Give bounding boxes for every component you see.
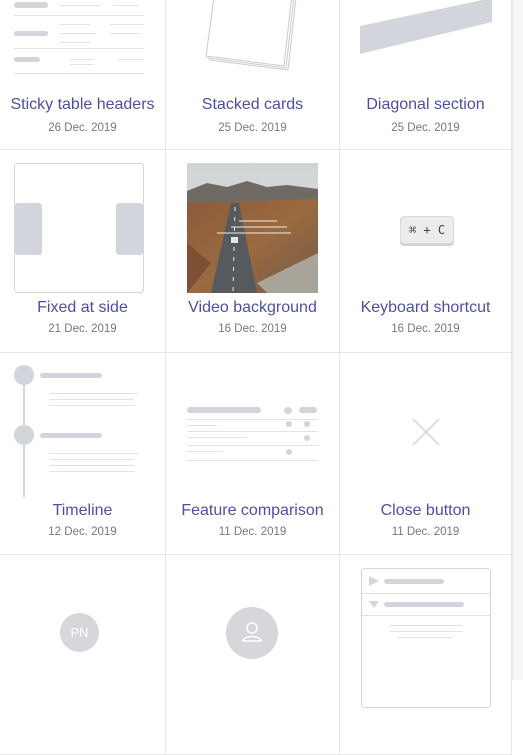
user-icon bbox=[242, 622, 262, 642]
card-date: 25 Dec. 2019 bbox=[391, 122, 460, 134]
card-title: Fixed at side bbox=[37, 299, 128, 316]
card-date: 16 Dec. 2019 bbox=[218, 323, 287, 335]
caret-right-icon bbox=[369, 576, 379, 586]
card-avatar-user[interactable] bbox=[166, 555, 340, 755]
avatar-user-thumb bbox=[226, 607, 278, 659]
card-diagonal-section[interactable]: Diagonal section 25 Dec. 2019 bbox=[340, 0, 512, 150]
card-feature-comparison[interactable]: Feature comparison 11 Dec. 2019 bbox=[166, 353, 340, 555]
card-stacked-cards[interactable]: Stacked cards 25 Dec. 2019 bbox=[166, 0, 340, 150]
stacked-cards-thumb bbox=[205, 0, 297, 71]
card-title: Video background bbox=[188, 299, 317, 316]
sticky-table-headers-thumb bbox=[14, 0, 144, 80]
card-date: 26 Dec. 2019 bbox=[48, 122, 117, 134]
card-title: Close button bbox=[380, 502, 471, 519]
feature-comparison-thumb bbox=[187, 405, 318, 461]
diagonal-section-thumb bbox=[360, 0, 492, 54]
video-background-thumb bbox=[187, 163, 318, 293]
card-title: Stacked cards bbox=[201, 96, 304, 113]
accordion-thumb bbox=[361, 568, 491, 708]
card-avatar-initials[interactable]: PN bbox=[0, 555, 166, 755]
card-close-button[interactable]: Close button 11 Dec. 2019 bbox=[340, 353, 512, 555]
card-accordion[interactable] bbox=[340, 555, 512, 755]
card-title: Feature comparison bbox=[181, 502, 324, 519]
card-title: Sticky table headers bbox=[10, 96, 155, 113]
card-title: Diagonal section bbox=[366, 96, 485, 113]
card-timeline[interactable]: Timeline 12 Dec. 2019 bbox=[0, 353, 166, 555]
close-icon bbox=[412, 418, 440, 446]
card-keyboard-shortcut[interactable]: ⌘ + C Keyboard shortcut 16 Dec. 2019 bbox=[340, 150, 512, 353]
card-date: 21 Dec. 2019 bbox=[48, 323, 117, 335]
card-title: Timeline bbox=[52, 502, 113, 519]
caret-down-icon bbox=[369, 601, 379, 608]
card-title: Keyboard shortcut bbox=[360, 299, 491, 316]
card-fixed-at-side[interactable]: Fixed at side 21 Dec. 2019 bbox=[0, 150, 166, 353]
pattern-grid: Sticky table headers 26 Dec. 2019 Stacke… bbox=[0, 0, 512, 755]
card-video-background[interactable]: Video background 16 Dec. 2019 bbox=[166, 150, 340, 353]
fixed-at-side-thumb bbox=[14, 163, 144, 293]
card-date: 25 Dec. 2019 bbox=[218, 122, 287, 134]
avatar-initials-thumb: PN bbox=[60, 613, 99, 652]
keyboard-shortcut-thumb: ⌘ + C bbox=[400, 216, 454, 244]
timeline-thumb bbox=[14, 365, 144, 497]
card-date: 11 Dec. 2019 bbox=[391, 526, 460, 538]
page-edge bbox=[512, 0, 523, 680]
card-date: 11 Dec. 2019 bbox=[218, 526, 287, 538]
card-date: 16 Dec. 2019 bbox=[391, 323, 460, 335]
card-date: 12 Dec. 2019 bbox=[48, 526, 117, 538]
card-sticky-table-headers[interactable]: Sticky table headers 26 Dec. 2019 bbox=[0, 0, 166, 150]
